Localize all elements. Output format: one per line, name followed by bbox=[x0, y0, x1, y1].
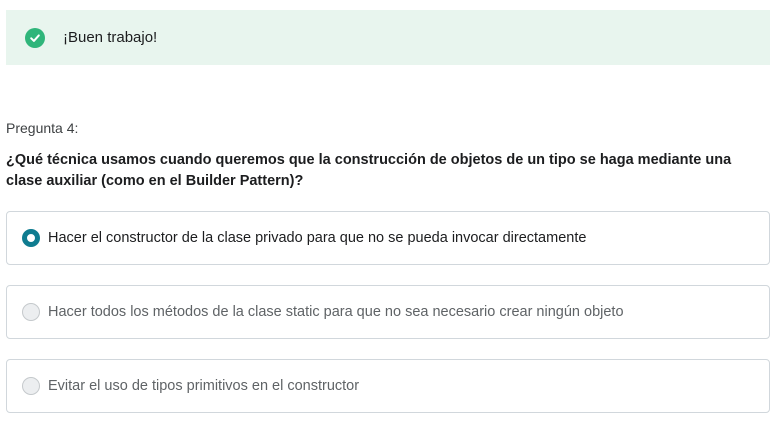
quiz-page: ¡Buen trabajo! Pregunta 4: ¿Qué técnica … bbox=[0, 0, 777, 422]
answer-option-1[interactable]: Hacer el constructor de la clase privado… bbox=[6, 211, 770, 265]
question-number: Pregunta 4: bbox=[6, 120, 79, 136]
radio-selected-icon[interactable] bbox=[22, 229, 40, 247]
success-alert: ¡Buen trabajo! bbox=[6, 10, 770, 65]
radio-unselected-icon[interactable] bbox=[22, 377, 40, 395]
question-text: ¿Qué técnica usamos cuando queremos que … bbox=[6, 152, 732, 189]
answer-option-3[interactable]: Evitar el uso de tipos primitivos en el … bbox=[6, 359, 770, 413]
radio-unselected-icon[interactable] bbox=[22, 303, 40, 321]
answer-option-label: Evitar el uso de tipos primitivos en el … bbox=[48, 378, 360, 394]
answer-option-2[interactable]: Hacer todos los métodos de la clase stat… bbox=[6, 285, 770, 339]
check-circle-icon bbox=[25, 27, 45, 48]
answer-option-label: Hacer el constructor de la clase privado… bbox=[48, 230, 587, 246]
answer-option-label: Hacer todos los métodos de la clase stat… bbox=[48, 304, 624, 320]
feedback-text: ¡Buen trabajo! bbox=[63, 29, 158, 46]
